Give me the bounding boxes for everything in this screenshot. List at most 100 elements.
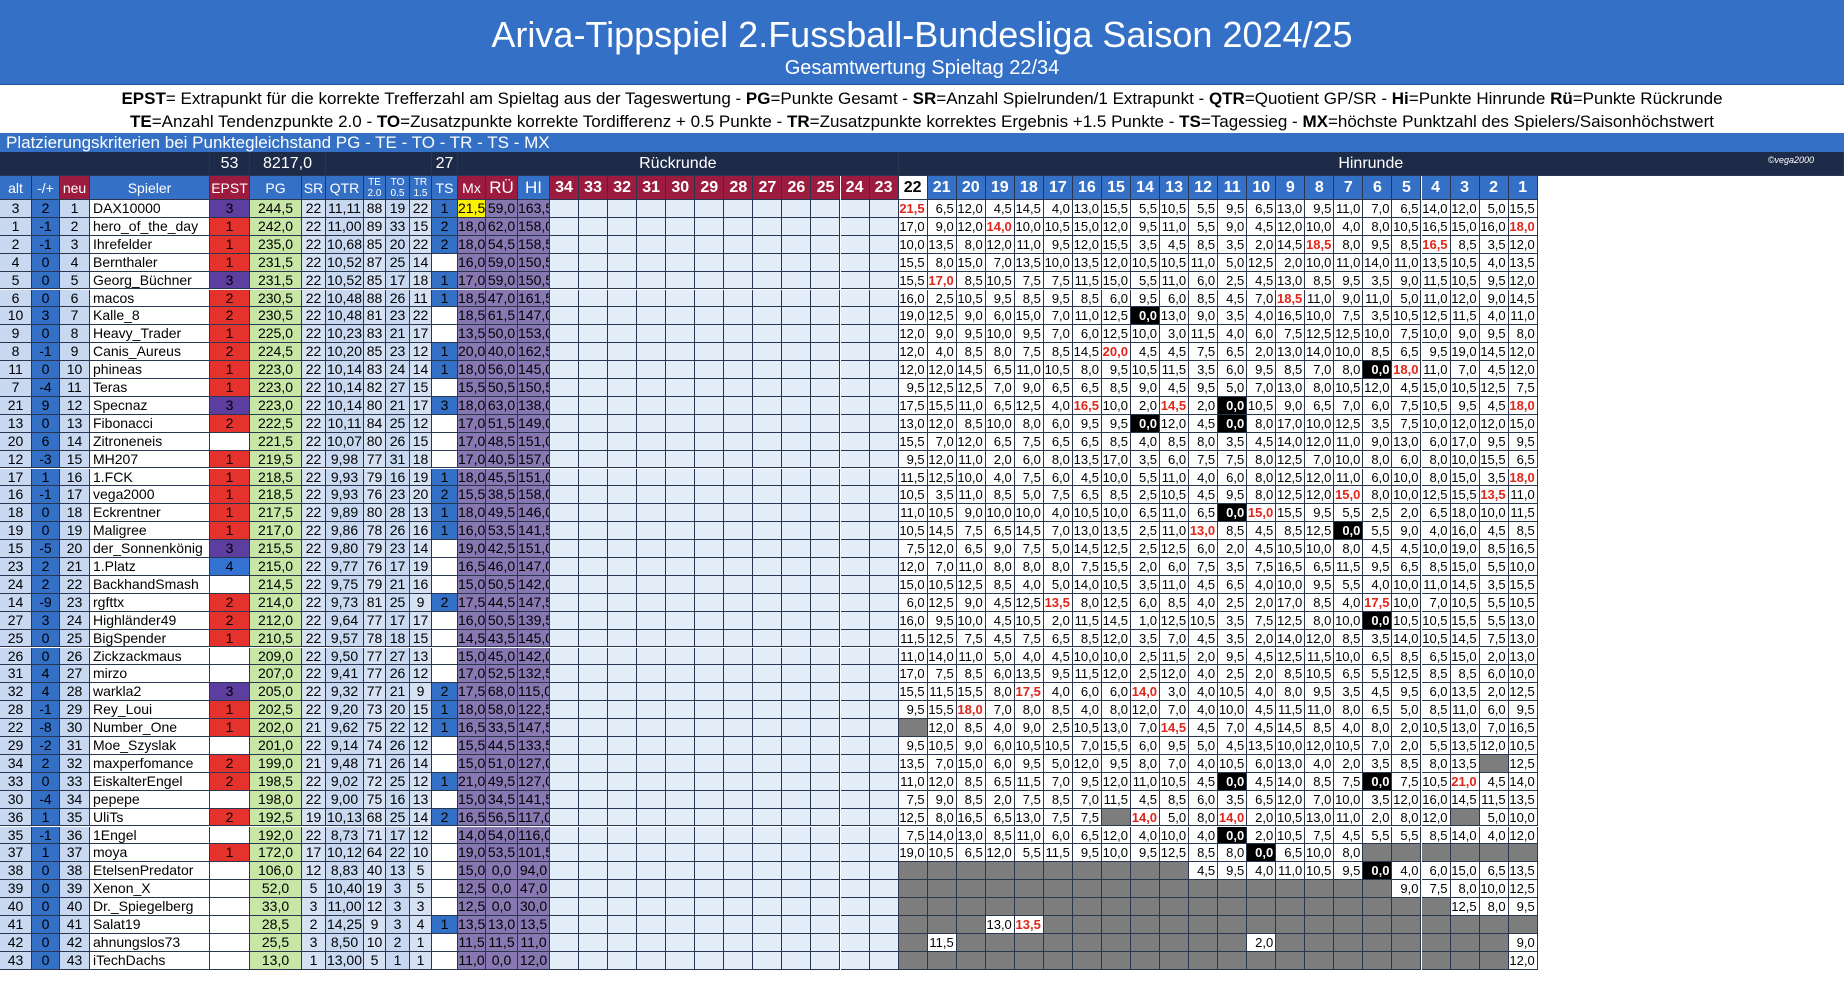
- matchday-header-9[interactable]: 9: [1276, 176, 1306, 200]
- matchday-header-26[interactable]: 26: [782, 176, 812, 200]
- table-row[interactable]: 37 1 37 moya 1 172,0 17 10,12 64 22 10 19,0 53,5 101,…: [0, 844, 1844, 863]
- player-name[interactable]: der_Sonnenkönig: [90, 540, 210, 558]
- table-row[interactable]: 29 -2 31 Moe_Szyslak 201,0 22 9,14 74 26 12 15,5 44…: [0, 737, 1844, 755]
- player-name[interactable]: Ihrefelder: [90, 235, 210, 254]
- table-row[interactable]: 3 2 1 DAX10000 3 244,5 22 11,11 88 19 22 1 21,5 59,0 1…: [0, 200, 1844, 218]
- col-header-7[interactable]: QTR: [326, 176, 364, 200]
- matchday-header-6[interactable]: 6: [1363, 176, 1393, 200]
- col-header-6[interactable]: SR: [302, 176, 326, 200]
- matchday-header-30[interactable]: 30: [666, 176, 696, 200]
- player-name[interactable]: Rey_Loui: [90, 701, 210, 720]
- player-name[interactable]: MH207: [90, 450, 210, 469]
- table-row[interactable]: 18 0 18 Eckrentner 1 217,5 22 9,89 80 28 13 1 18,0 49…: [0, 504, 1844, 523]
- table-row[interactable]: 13 0 13 Fibonacci 2 222,5 22 10,11 84 25 12 17,0 51,…: [0, 414, 1844, 433]
- table-row[interactable]: 28 -1 29 Rey_Loui 1 202,5 22 9,20 73 20 15 1 18,0 58,…: [0, 701, 1844, 720]
- table-row[interactable]: 16 -1 17 vega2000 1 218,5 22 9,93 76 23 20 2 15,5 38,…: [0, 486, 1844, 505]
- table-row[interactable]: 31 4 27 mirzo 207,0 22 9,41 77 26 12 17,0 52,5 132,5…: [0, 665, 1844, 684]
- table-row[interactable]: 38 0 38 EtelsenPredator 106,0 12 8,83 40 13 5 15,0…: [0, 862, 1844, 881]
- matchday-header-17[interactable]: 17: [1043, 176, 1073, 200]
- player-name[interactable]: EtelsenPredator: [90, 862, 210, 881]
- table-row[interactable]: 5 0 5 Georg_Büchner 3 231,5 22 10,52 85 17 18 1 17,0…: [0, 271, 1844, 290]
- matchday-header-24[interactable]: 24: [840, 176, 870, 200]
- player-name[interactable]: hero_of_the_day: [90, 217, 210, 236]
- player-name[interactable]: Canis_Aureus: [90, 343, 210, 362]
- player-name[interactable]: Xenon_X: [90, 880, 210, 899]
- table-row[interactable]: 35 -1 36 1Engel 192,0 22 8,73 71 17 12 14,0 54,0 116…: [0, 826, 1844, 845]
- player-name[interactable]: Zitroneneis: [90, 432, 210, 451]
- table-row[interactable]: 19 0 19 Maligree 1 217,0 22 9,86 78 26 16 1 16,0 53,5…: [0, 522, 1844, 541]
- player-name[interactable]: ahnungslos73: [90, 933, 210, 952]
- player-name[interactable]: iTechDachs: [90, 951, 210, 970]
- player-name[interactable]: EiskalterEngel: [90, 772, 210, 791]
- player-name[interactable]: Heavy_Trader: [90, 325, 210, 344]
- player-name[interactable]: Eckrentner: [90, 504, 210, 523]
- matchday-header-34[interactable]: 34: [550, 176, 580, 200]
- player-name[interactable]: Georg_Büchner: [90, 271, 210, 290]
- table-row[interactable]: 27 3 24 Highländer49 2 212,0 22 9,64 77 17 17 16,0 5…: [0, 611, 1844, 630]
- col-header-14[interactable]: HI: [518, 176, 550, 200]
- player-name[interactable]: 1.FCK: [90, 468, 210, 487]
- col-header-8[interactable]: TE 2.0: [364, 176, 386, 200]
- player-name[interactable]: maxperfomance: [90, 754, 210, 773]
- player-name[interactable]: Number_One: [90, 719, 210, 737]
- table-row[interactable]: 10 3 7 Kalle_8 2 230,5 22 10,48 81 23 22 18,5 61,5 14…: [0, 307, 1844, 326]
- table-row[interactable]: 1 -1 2 hero_of_the_day 1 242,0 22 11,00 89 33 15 2 1…: [0, 217, 1844, 236]
- col-header-1[interactable]: -/+: [32, 176, 60, 200]
- col-header-4[interactable]: EPST: [210, 176, 250, 200]
- matchday-header-29[interactable]: 29: [695, 176, 725, 200]
- player-name[interactable]: rgfttx: [90, 593, 210, 612]
- matchday-header-33[interactable]: 33: [579, 176, 609, 200]
- player-name[interactable]: BigSpender: [90, 629, 210, 648]
- col-header-2[interactable]: neu: [60, 176, 90, 200]
- table-row[interactable]: 22 -8 30 Number_One 1 202,0 21 9,62 75 22 12 1 16,5 3…: [0, 719, 1844, 737]
- matchday-header-28[interactable]: 28: [724, 176, 754, 200]
- matchday-header-27[interactable]: 27: [753, 176, 783, 200]
- matchday-header-22[interactable]: 22: [898, 176, 928, 200]
- player-name[interactable]: Teras: [90, 379, 210, 397]
- table-row[interactable]: 43 0 43 iTechDachs 13,0 1 13,00 5 1 1 11,0 0,0 12,0 1…: [0, 951, 1844, 970]
- player-name[interactable]: Bernthaler: [90, 253, 210, 272]
- table-row[interactable]: 17 1 16 1.FCK 1 218,5 22 9,93 79 16 19 1 18,0 45,5 151…: [0, 468, 1844, 487]
- matchday-header-7[interactable]: 7: [1334, 176, 1364, 200]
- matchday-header-10[interactable]: 10: [1247, 176, 1277, 200]
- table-row[interactable]: 25 0 25 BigSpender 1 210,5 22 9,57 78 18 15 14,5 43,…: [0, 629, 1844, 648]
- player-name[interactable]: Kalle_8: [90, 307, 210, 326]
- player-name[interactable]: UliTs: [90, 808, 210, 827]
- matchday-header-18[interactable]: 18: [1014, 176, 1044, 200]
- matchday-header-3[interactable]: 3: [1450, 176, 1480, 200]
- table-row[interactable]: 11 0 10 phineas 1 223,0 22 10,14 83 24 14 1 18,0 56,0…: [0, 361, 1844, 379]
- table-row[interactable]: 26 0 26 Zickzackmaus 209,0 22 9,50 77 27 13 15,0 45…: [0, 647, 1844, 666]
- matchday-header-31[interactable]: 31: [637, 176, 667, 200]
- player-name[interactable]: warkla2: [90, 683, 210, 702]
- player-name[interactable]: Highländer49: [90, 611, 210, 630]
- table-row[interactable]: 9 0 8 Heavy_Trader 1 225,0 22 10,23 83 21 17 13,5 50…: [0, 325, 1844, 344]
- matchday-header-4[interactable]: 4: [1421, 176, 1451, 200]
- player-name[interactable]: Salat19: [90, 916, 210, 934]
- player-name[interactable]: vega2000: [90, 486, 210, 505]
- matchday-header-2[interactable]: 2: [1479, 176, 1509, 200]
- player-name[interactable]: Specnaz: [90, 396, 210, 415]
- table-row[interactable]: 7 -4 11 Teras 1 223,0 22 10,14 82 27 15 15,5 50,5 150…: [0, 379, 1844, 397]
- table-row[interactable]: 23 2 21 1.Platz 4 215,0 22 9,77 76 17 19 16,5 46,0 14…: [0, 558, 1844, 576]
- table-row[interactable]: 41 0 41 Salat19 28,5 2 14,25 9 3 4 1 13,5 13,0 13,5 13…: [0, 916, 1844, 934]
- player-name[interactable]: Maligree: [90, 522, 210, 541]
- player-name[interactable]: 1Engel: [90, 826, 210, 845]
- col-header-11[interactable]: TS: [432, 176, 458, 200]
- matchday-header-19[interactable]: 19: [985, 176, 1015, 200]
- table-row[interactable]: 4 0 4 Bernthaler 1 231,5 22 10,52 87 25 14 16,0 59,0…: [0, 253, 1844, 272]
- matchday-header-16[interactable]: 16: [1072, 176, 1102, 200]
- table-row[interactable]: 30 -4 34 pepepe 198,0 22 9,00 75 16 13 15,0 34,5 141…: [0, 790, 1844, 809]
- matchday-header-14[interactable]: 14: [1131, 176, 1161, 200]
- table-row[interactable]: 12 -3 15 MH207 1 219,5 22 9,98 77 31 18 17,0 40,5 157…: [0, 450, 1844, 469]
- col-header-10[interactable]: TR 1.5: [410, 176, 432, 200]
- table-row[interactable]: 36 1 35 UliTs 2 192,5 19 10,13 68 25 14 2 16,5 56,5 11…: [0, 808, 1844, 827]
- matchday-header-13[interactable]: 13: [1160, 176, 1190, 200]
- table-row[interactable]: 20 6 14 Zitroneneis 221,5 22 10,07 80 26 15 17,0 48…: [0, 432, 1844, 451]
- matchday-header-20[interactable]: 20: [956, 176, 986, 200]
- matchday-header-12[interactable]: 12: [1189, 176, 1219, 200]
- player-name[interactable]: Fibonacci: [90, 414, 210, 433]
- player-name[interactable]: macos: [90, 289, 210, 308]
- player-name[interactable]: mirzo: [90, 665, 210, 684]
- col-header-9[interactable]: TO 0.5: [386, 176, 410, 200]
- table-row[interactable]: 15 -5 20 der_Sonnenkönig 3 215,5 22 9,80 79 23 14 1…: [0, 540, 1844, 558]
